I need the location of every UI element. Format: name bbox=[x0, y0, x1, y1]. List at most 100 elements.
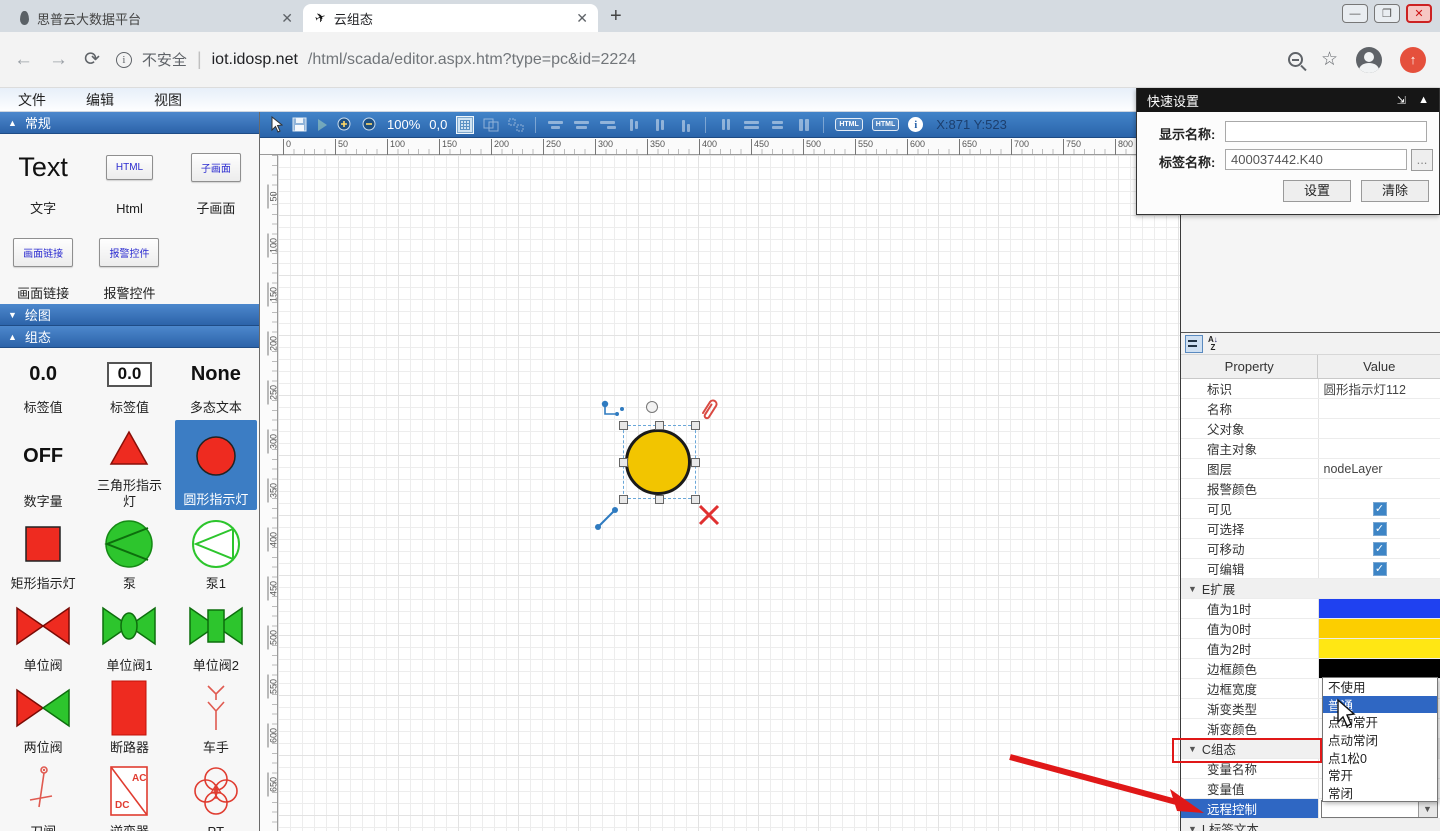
tag-name-input[interactable] bbox=[1225, 149, 1407, 170]
general-item-文字[interactable]: Text文字 bbox=[0, 134, 86, 219]
browse-tag-button[interactable]: ... bbox=[1411, 149, 1433, 171]
minimize-button[interactable]: — bbox=[1342, 4, 1368, 23]
general-item-子画面[interactable]: 子画面子画面 bbox=[173, 134, 259, 219]
circle-indicator-shape[interactable] bbox=[625, 429, 691, 495]
checkbox-checked-icon[interactable]: ✓ bbox=[1373, 562, 1387, 576]
scada-item-两位阀[interactable]: 两位阀 bbox=[0, 676, 86, 758]
scada-item-单位阀2[interactable]: 单位阀2 bbox=[173, 594, 259, 676]
quick-settings-titlebar[interactable]: 快速设置 ⇲ ▲ bbox=[1137, 88, 1439, 112]
scada-item-PT[interactable]: PT bbox=[173, 758, 259, 831]
scada-item-单位阀1[interactable]: 单位阀1 bbox=[86, 594, 172, 676]
property-row-父对象[interactable]: 父对象 bbox=[1181, 419, 1440, 439]
info-icon[interactable]: i bbox=[116, 52, 132, 68]
property-value[interactable] bbox=[1318, 419, 1440, 438]
property-value[interactable] bbox=[1318, 619, 1440, 638]
value-column-header[interactable]: Value bbox=[1317, 355, 1440, 378]
align-bottom-icon[interactable] bbox=[677, 118, 694, 132]
scada-item-矩形指示灯[interactable]: 矩形指示灯 bbox=[0, 512, 86, 594]
info-icon[interactable]: i bbox=[908, 117, 923, 132]
rotate-handle[interactable] bbox=[646, 401, 658, 413]
align-center-icon[interactable] bbox=[573, 118, 590, 132]
connector-line-icon[interactable] bbox=[594, 505, 620, 536]
property-row-值为0时[interactable]: 值为0时 bbox=[1181, 619, 1440, 639]
resize-handle-s[interactable] bbox=[655, 495, 664, 504]
alphabetical-sort-icon[interactable]: A↓Z bbox=[1208, 336, 1218, 352]
general-item-Html[interactable]: HTMLHtml bbox=[86, 134, 172, 219]
section-header-drawing[interactable]: ▼ 绘图 bbox=[0, 304, 259, 326]
property-value[interactable] bbox=[1318, 599, 1440, 618]
same-width-icon[interactable] bbox=[743, 118, 760, 132]
pointer-tool-icon[interactable] bbox=[270, 116, 283, 133]
property-value[interactable] bbox=[1318, 439, 1440, 458]
ungroup-icon[interactable] bbox=[508, 118, 524, 132]
browser-update-icon[interactable]: ↑ bbox=[1400, 47, 1426, 73]
delete-x-icon[interactable] bbox=[697, 503, 721, 532]
property-value[interactable]: ✓ bbox=[1318, 499, 1440, 518]
align-middle-icon[interactable] bbox=[651, 118, 668, 132]
distribute-h-icon[interactable] bbox=[717, 118, 734, 132]
resize-handle-sw[interactable] bbox=[619, 495, 628, 504]
scada-item-泵[interactable]: 泵 bbox=[86, 512, 172, 594]
property-row-可编辑[interactable]: 可编辑✓ bbox=[1181, 559, 1440, 579]
scada-item-逆变器[interactable]: ACDC逆变器 bbox=[86, 758, 172, 831]
color-swatch[interactable] bbox=[1319, 599, 1440, 618]
color-swatch[interactable] bbox=[1319, 619, 1440, 638]
scada-item-数字量[interactable]: OFF数字量 bbox=[0, 418, 86, 512]
connect-anchor-icon[interactable] bbox=[600, 400, 626, 427]
align-left-icon[interactable] bbox=[547, 118, 564, 132]
align-top-icon[interactable] bbox=[625, 118, 642, 132]
clear-button[interactable]: 清除 bbox=[1361, 180, 1429, 202]
menu-item-1[interactable]: 编辑 bbox=[86, 90, 114, 110]
back-icon[interactable]: ← bbox=[14, 49, 33, 71]
dropdown-option-常开[interactable]: 常开 bbox=[1323, 766, 1437, 784]
scada-item-泵1[interactable]: 泵1 bbox=[173, 512, 259, 594]
scada-item-车手[interactable]: 车手 bbox=[173, 676, 259, 758]
display-name-input[interactable] bbox=[1225, 121, 1427, 142]
maximize-button[interactable]: ❐ bbox=[1374, 4, 1400, 23]
scada-item-多态文本[interactable]: None多态文本 bbox=[173, 348, 259, 418]
property-row-报警颜色[interactable]: 报警颜色 bbox=[1181, 479, 1440, 499]
same-size-icon[interactable] bbox=[795, 118, 812, 132]
combo-dropdown-icon[interactable]: ▼ bbox=[1418, 801, 1437, 817]
collapse-arrow-icon[interactable]: ▲ bbox=[1418, 94, 1429, 106]
scada-item-标签值[interactable]: 0.0标签值 bbox=[86, 348, 172, 418]
zoom-out-page-icon[interactable] bbox=[1288, 52, 1303, 67]
new-tab-button[interactable]: + bbox=[610, 5, 622, 28]
tab-close-icon[interactable]: ✕ bbox=[281, 10, 293, 27]
property-row-E扩展[interactable]: ▼E扩展 bbox=[1181, 579, 1440, 599]
scada-item-三角形指示灯[interactable]: 三角形指示灯 bbox=[86, 418, 172, 512]
color-swatch[interactable] bbox=[1319, 639, 1440, 658]
general-item-画面链接[interactable]: 画面链接画面链接 bbox=[0, 219, 86, 304]
tab-scada-editor[interactable]: ✈ 云组态 ✕ bbox=[303, 4, 598, 32]
property-value[interactable] bbox=[1318, 659, 1440, 678]
tab-platform[interactable]: 思普云大数据平台 ✕ bbox=[8, 4, 303, 32]
category-collapse-icon[interactable]: ▼ bbox=[1188, 584, 1197, 594]
reload-icon[interactable]: ⟳ bbox=[84, 48, 100, 71]
property-row-值为1时[interactable]: 值为1时 bbox=[1181, 599, 1440, 619]
scada-item-刀闸[interactable]: 刀闸 bbox=[0, 758, 86, 831]
resize-handle-n[interactable] bbox=[655, 421, 664, 430]
align-right-icon[interactable] bbox=[599, 118, 616, 132]
property-value[interactable]: nodeLayer bbox=[1318, 459, 1440, 478]
dock-icon[interactable]: ⇲ bbox=[1397, 94, 1406, 107]
property-row-名称[interactable]: 名称 bbox=[1181, 399, 1440, 419]
scada-item-圆形指示灯[interactable]: 圆形指示灯 bbox=[175, 420, 257, 510]
dropdown-option-普通[interactable]: 普通 bbox=[1323, 696, 1437, 714]
category-collapse-icon[interactable]: ▼ bbox=[1188, 744, 1197, 754]
html-edit-icon[interactable]: HTML bbox=[835, 118, 862, 131]
property-row-L标签文本[interactable]: ▼L标签文本 bbox=[1181, 819, 1440, 831]
property-value[interactable] bbox=[1317, 579, 1440, 598]
property-row-边框颜色[interactable]: 边框颜色 bbox=[1181, 659, 1440, 679]
property-value[interactable]: ✓ bbox=[1318, 539, 1440, 558]
property-value[interactable]: 圆形指示灯112 bbox=[1318, 379, 1440, 398]
resize-handle-e[interactable] bbox=[691, 458, 700, 467]
property-value[interactable] bbox=[1318, 479, 1440, 498]
save-icon[interactable] bbox=[292, 117, 307, 132]
property-row-值为2时[interactable]: 值为2时 bbox=[1181, 639, 1440, 659]
dropdown-option-点动常闭[interactable]: 点动常闭 bbox=[1323, 731, 1437, 749]
property-row-可见[interactable]: 可见✓ bbox=[1181, 499, 1440, 519]
zoom-in-icon[interactable] bbox=[337, 117, 353, 133]
menu-item-0[interactable]: 文件 bbox=[18, 90, 46, 110]
dropdown-option-不使用[interactable]: 不使用 bbox=[1323, 678, 1437, 696]
section-header-scada[interactable]: ▲ 组态 bbox=[0, 326, 259, 348]
